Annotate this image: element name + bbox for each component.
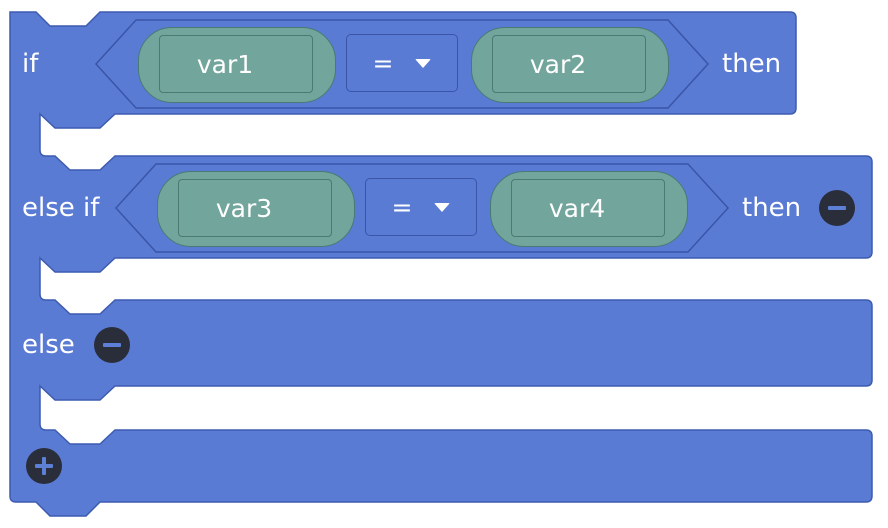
operator-dropdown[interactable]: = — [346, 34, 458, 92]
variable-dropdown[interactable]: var4 — [511, 179, 665, 237]
add-branch-button[interactable] — [26, 448, 62, 484]
dropdown-arrow-icon — [415, 58, 432, 68]
left-operand-pill[interactable]: var3 — [157, 171, 355, 247]
operator-dropdown[interactable]: = — [365, 178, 477, 236]
remove-else-button[interactable] — [94, 327, 130, 363]
right-operand-pill[interactable]: var2 — [471, 27, 669, 103]
else-keyword: else — [22, 330, 75, 360]
then-label: then — [722, 49, 782, 79]
variable-name: var4 — [548, 193, 606, 223]
if-keyword: if — [22, 49, 39, 79]
left-operand-pill[interactable]: var1 — [138, 27, 336, 103]
variable-name: var1 — [196, 49, 254, 79]
variable-name: var2 — [529, 49, 587, 79]
right-operand-pill[interactable]: var4 — [490, 171, 688, 247]
variable-dropdown[interactable]: var1 — [159, 35, 313, 93]
then-label: then — [742, 193, 802, 223]
plus-icon — [42, 457, 46, 475]
operator-symbol: = — [391, 192, 413, 222]
variable-name: var3 — [215, 193, 273, 223]
minus-icon — [103, 343, 121, 347]
dropdown-arrow-icon — [434, 202, 451, 212]
minus-icon — [828, 206, 846, 210]
operator-symbol: = — [372, 48, 394, 78]
variable-dropdown[interactable]: var3 — [178, 179, 332, 237]
remove-else-if-button[interactable] — [819, 190, 855, 226]
else-if-keyword: else if — [22, 193, 100, 223]
variable-dropdown[interactable]: var2 — [492, 35, 646, 93]
